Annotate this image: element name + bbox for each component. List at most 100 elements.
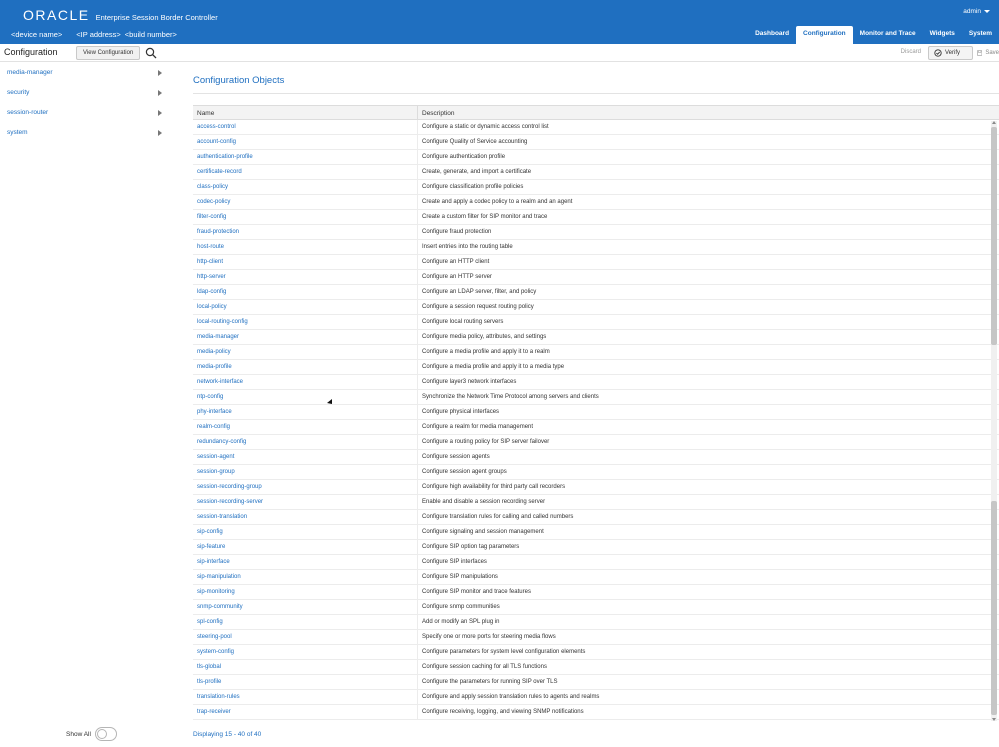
- scroll-down-icon[interactable]: [992, 718, 996, 721]
- table-row[interactable]: sip-manipulation Configure SIP manipulati…: [193, 570, 999, 585]
- row-name-link[interactable]: http-client: [193, 255, 418, 269]
- table-row[interactable]: tls-global Configure session caching for …: [193, 660, 999, 675]
- table-row[interactable]: ntp-config Synchronize the Network Time P…: [193, 390, 999, 405]
- table-row[interactable]: fraud-protection Configure fraud protecti…: [193, 225, 999, 240]
- table-row[interactable]: session-translation Configure translation…: [193, 510, 999, 525]
- row-name-link[interactable]: tls-global: [193, 660, 418, 674]
- table-row[interactable]: snmp-community Configure snmp communities: [193, 600, 999, 615]
- table-row[interactable]: http-server Configure an HTTP server: [193, 270, 999, 285]
- table-scrollbar[interactable]: [991, 121, 997, 721]
- table-row[interactable]: realm-config Configure a realm for media …: [193, 420, 999, 435]
- sidebar-item-security[interactable]: security: [0, 83, 172, 103]
- table-row[interactable]: tls-profile Configure the parameters for …: [193, 675, 999, 690]
- table-row[interactable]: host-route Insert entries into the routin…: [193, 240, 999, 255]
- tab-widgets[interactable]: Widgets: [923, 26, 962, 44]
- table-row[interactable]: redundancy-config Configure a routing pol…: [193, 435, 999, 450]
- row-name-link[interactable]: tls-profile: [193, 675, 418, 689]
- row-name-link[interactable]: translation-rules: [193, 690, 418, 704]
- row-name-link[interactable]: system-config: [193, 645, 418, 659]
- row-name-link[interactable]: session-group: [193, 465, 418, 479]
- row-name-link[interactable]: fraud-protection: [193, 225, 418, 239]
- discard-button[interactable]: Discard: [901, 49, 921, 55]
- table-row[interactable]: session-recording-group Configure high av…: [193, 480, 999, 495]
- row-name-link[interactable]: access-control: [193, 120, 418, 134]
- table-row[interactable]: filter-config Create a custom filter for …: [193, 210, 999, 225]
- row-name-link[interactable]: sip-config: [193, 525, 418, 539]
- table-row[interactable]: media-profile Configure a media profile a…: [193, 360, 999, 375]
- row-name-link[interactable]: sip-feature: [193, 540, 418, 554]
- table-row[interactable]: system-config Configure parameters for sy…: [193, 645, 999, 660]
- tab-configuration[interactable]: Configuration: [796, 26, 853, 44]
- table-row[interactable]: local-policy Configure a session request …: [193, 300, 999, 315]
- view-configuration-button[interactable]: View Configuration: [76, 46, 141, 60]
- row-name-link[interactable]: steering-pool: [193, 630, 418, 644]
- table-row[interactable]: steering-pool Specify one or more ports f…: [193, 630, 999, 645]
- row-name-link[interactable]: local-policy: [193, 300, 418, 314]
- row-name-link[interactable]: sip-monitoring: [193, 585, 418, 599]
- save-button[interactable]: Save: [977, 46, 999, 60]
- table-row[interactable]: phy-interface Configure physical interfac…: [193, 405, 999, 420]
- table-row[interactable]: media-manager Configure media policy, att…: [193, 330, 999, 345]
- scrollbar-thumb[interactable]: [991, 501, 997, 715]
- table-row[interactable]: class-policy Configure classification pro…: [193, 180, 999, 195]
- tab-dashboard[interactable]: Dashboard: [748, 26, 796, 44]
- table-row[interactable]: access-control Configure a static or dyna…: [193, 120, 999, 135]
- table-row[interactable]: authentication-profile Configure authenti…: [193, 150, 999, 165]
- row-name-link[interactable]: trap-receiver: [193, 705, 418, 719]
- table-row[interactable]: media-policy Configure a media profile an…: [193, 345, 999, 360]
- row-name-link[interactable]: realm-config: [193, 420, 418, 434]
- table-row[interactable]: spl-config Add or modify an SPL plug in: [193, 615, 999, 630]
- row-name-link[interactable]: media-manager: [193, 330, 418, 344]
- row-name-link[interactable]: spl-config: [193, 615, 418, 629]
- table-row[interactable]: session-group Configure session agent gro…: [193, 465, 999, 480]
- sidebar-item-media-manager[interactable]: media-manager: [0, 63, 172, 83]
- row-name-link[interactable]: local-routing-config: [193, 315, 418, 329]
- row-name-link[interactable]: phy-interface: [193, 405, 418, 419]
- row-name-link[interactable]: certificate-record: [193, 165, 418, 179]
- column-header-name[interactable]: Name: [193, 106, 418, 119]
- search-icon[interactable]: [145, 47, 157, 59]
- row-name-link[interactable]: session-recording-group: [193, 480, 418, 494]
- row-name-link[interactable]: codec-policy: [193, 195, 418, 209]
- table-row[interactable]: sip-feature Configure SIP option tag para…: [193, 540, 999, 555]
- column-header-description[interactable]: Description: [418, 106, 999, 119]
- table-row[interactable]: local-routing-config Configure local rout…: [193, 315, 999, 330]
- scroll-up-icon[interactable]: [992, 121, 996, 124]
- row-name-link[interactable]: authentication-profile: [193, 150, 418, 164]
- user-menu[interactable]: admin: [963, 8, 990, 15]
- row-name-link[interactable]: media-policy: [193, 345, 418, 359]
- sidebar-item-session-router[interactable]: session-router: [0, 103, 172, 123]
- row-name-link[interactable]: class-policy: [193, 180, 418, 194]
- row-name-link[interactable]: session-agent: [193, 450, 418, 464]
- table-row[interactable]: trap-receiver Configure receiving, loggin…: [193, 705, 999, 720]
- verify-button[interactable]: Verify: [928, 46, 973, 60]
- table-row[interactable]: ldap-config Configure an LDAP server, fil…: [193, 285, 999, 300]
- row-name-link[interactable]: ntp-config: [193, 390, 418, 404]
- row-name-link[interactable]: media-profile: [193, 360, 418, 374]
- table-row[interactable]: session-agent Configure session agents: [193, 450, 999, 465]
- table-row[interactable]: translation-rules Configure and apply ses…: [193, 690, 999, 705]
- table-row[interactable]: session-recording-server Enable and disab…: [193, 495, 999, 510]
- table-row[interactable]: network-interface Configure layer3 networ…: [193, 375, 999, 390]
- row-name-link[interactable]: http-server: [193, 270, 418, 284]
- sidebar-item-system[interactable]: system: [0, 123, 172, 143]
- row-name-link[interactable]: network-interface: [193, 375, 418, 389]
- row-name-link[interactable]: account-config: [193, 135, 418, 149]
- row-name-link[interactable]: sip-interface: [193, 555, 418, 569]
- row-name-link[interactable]: session-recording-server: [193, 495, 418, 509]
- show-all-toggle[interactable]: [94, 727, 117, 741]
- table-row[interactable]: sip-interface Configure SIP interfaces: [193, 555, 999, 570]
- scrollbar-thumb[interactable]: [991, 127, 997, 345]
- table-row[interactable]: sip-monitoring Configure SIP monitor and …: [193, 585, 999, 600]
- row-name-link[interactable]: ldap-config: [193, 285, 418, 299]
- row-name-link[interactable]: snmp-community: [193, 600, 418, 614]
- tab-system[interactable]: System: [962, 26, 999, 44]
- row-name-link[interactable]: host-route: [193, 240, 418, 254]
- table-row[interactable]: codec-policy Create and apply a codec pol…: [193, 195, 999, 210]
- row-name-link[interactable]: filter-config: [193, 210, 418, 224]
- table-row[interactable]: certificate-record Create, generate, and …: [193, 165, 999, 180]
- table-row[interactable]: http-client Configure an HTTP client: [193, 255, 999, 270]
- row-name-link[interactable]: session-translation: [193, 510, 418, 524]
- table-row[interactable]: sip-config Configure signaling and sessio…: [193, 525, 999, 540]
- tab-monitor-and-trace[interactable]: Monitor and Trace: [853, 26, 923, 44]
